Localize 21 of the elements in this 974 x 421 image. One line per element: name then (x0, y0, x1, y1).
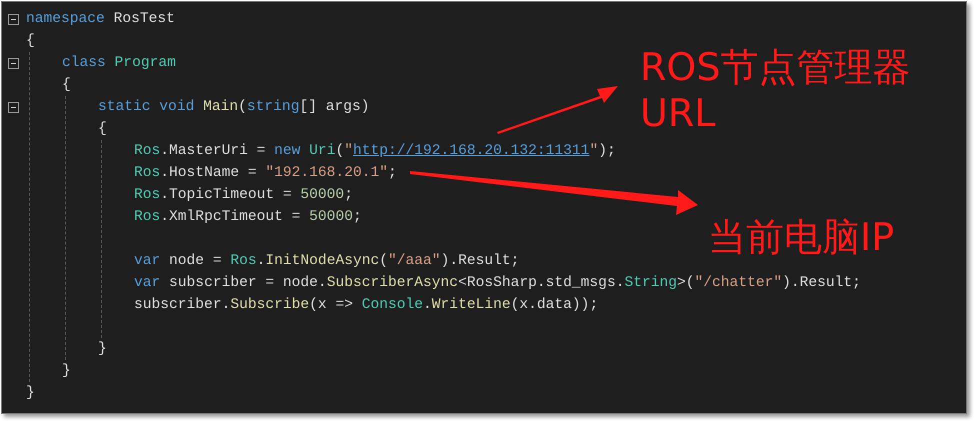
annotation-label: ROS节点管理器 URL (640, 44, 910, 136)
code-line: var node = Ros.InitNodeAsync("/aaa").Result; (134, 252, 520, 271)
code-line: Ros.TopicTimeout = 50000; (134, 186, 353, 205)
collapse-icon[interactable] (8, 58, 18, 68)
code-line: } (98, 340, 107, 359)
code-line: static void Main(string[] args) (98, 98, 370, 117)
code-line: class Program (62, 54, 176, 73)
annotation-label: 当前电脑IP (708, 214, 894, 260)
code-line: { (62, 76, 71, 95)
code-line: var subscriber = node.SubscriberAsync<RosSharp.std_msgs.String>("/chatter").Result; (134, 274, 861, 293)
collapse-icon[interactable] (8, 102, 18, 112)
code-line: subscriber.Subscribe(x => Console.WriteLine(x.data)); (134, 296, 598, 315)
code-line: Ros.MasterUri = new Uri("http://192.168.20.132:11311"); (134, 142, 616, 161)
code-line: } (62, 362, 71, 381)
code-line: { (98, 120, 107, 139)
code-line: { (26, 32, 35, 51)
code-line: } (26, 384, 35, 403)
code-line: namespace RosTest (26, 10, 175, 29)
code-line: Ros.HostName = "192.168.20.1"; (134, 164, 397, 183)
code-line: Ros.XmlRpcTimeout = 50000; (134, 208, 362, 227)
collapse-icon[interactable] (8, 14, 18, 24)
